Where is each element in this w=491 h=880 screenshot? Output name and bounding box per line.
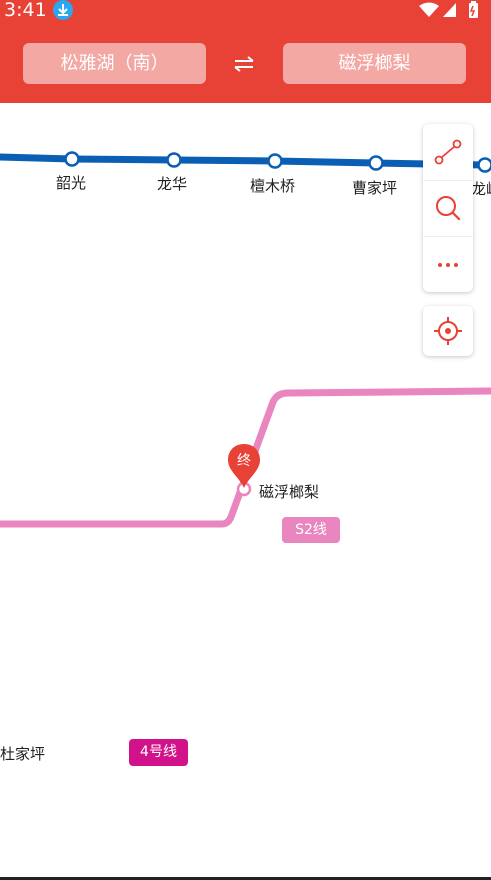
more-icon: [438, 263, 458, 267]
station-label[interactable]: 龙岭: [471, 178, 491, 199]
station-dot: [477, 157, 491, 173]
station-label[interactable]: 韶光: [56, 172, 86, 193]
search-button[interactable]: [423, 180, 473, 237]
destination-pin: 终: [226, 442, 262, 492]
station-label[interactable]: 龙华: [157, 173, 187, 194]
route-icon: [434, 139, 462, 165]
station-dot: [267, 153, 283, 169]
destination-marker-text: 终: [237, 453, 251, 469]
line-badge-s2[interactable]: S2线: [282, 517, 340, 543]
locate-button[interactable]: [423, 306, 473, 356]
station-label[interactable]: 杜家坪: [0, 743, 45, 764]
destination-station-label[interactable]: 磁浮榔梨: [259, 481, 319, 502]
more-button[interactable]: [423, 236, 473, 293]
route-button[interactable]: [423, 124, 473, 180]
station-label[interactable]: 檀木桥: [250, 175, 295, 196]
station-dot: [64, 151, 80, 167]
search-icon: [436, 196, 461, 221]
station-dot: [368, 155, 384, 171]
station-label[interactable]: 曹家坪: [352, 177, 397, 198]
line-badge-4[interactable]: 4号线: [129, 739, 188, 766]
locate-icon: [434, 317, 462, 345]
map-toolbar: [423, 124, 473, 292]
metro-map[interactable]: [0, 0, 491, 880]
station-dot: [166, 152, 182, 168]
